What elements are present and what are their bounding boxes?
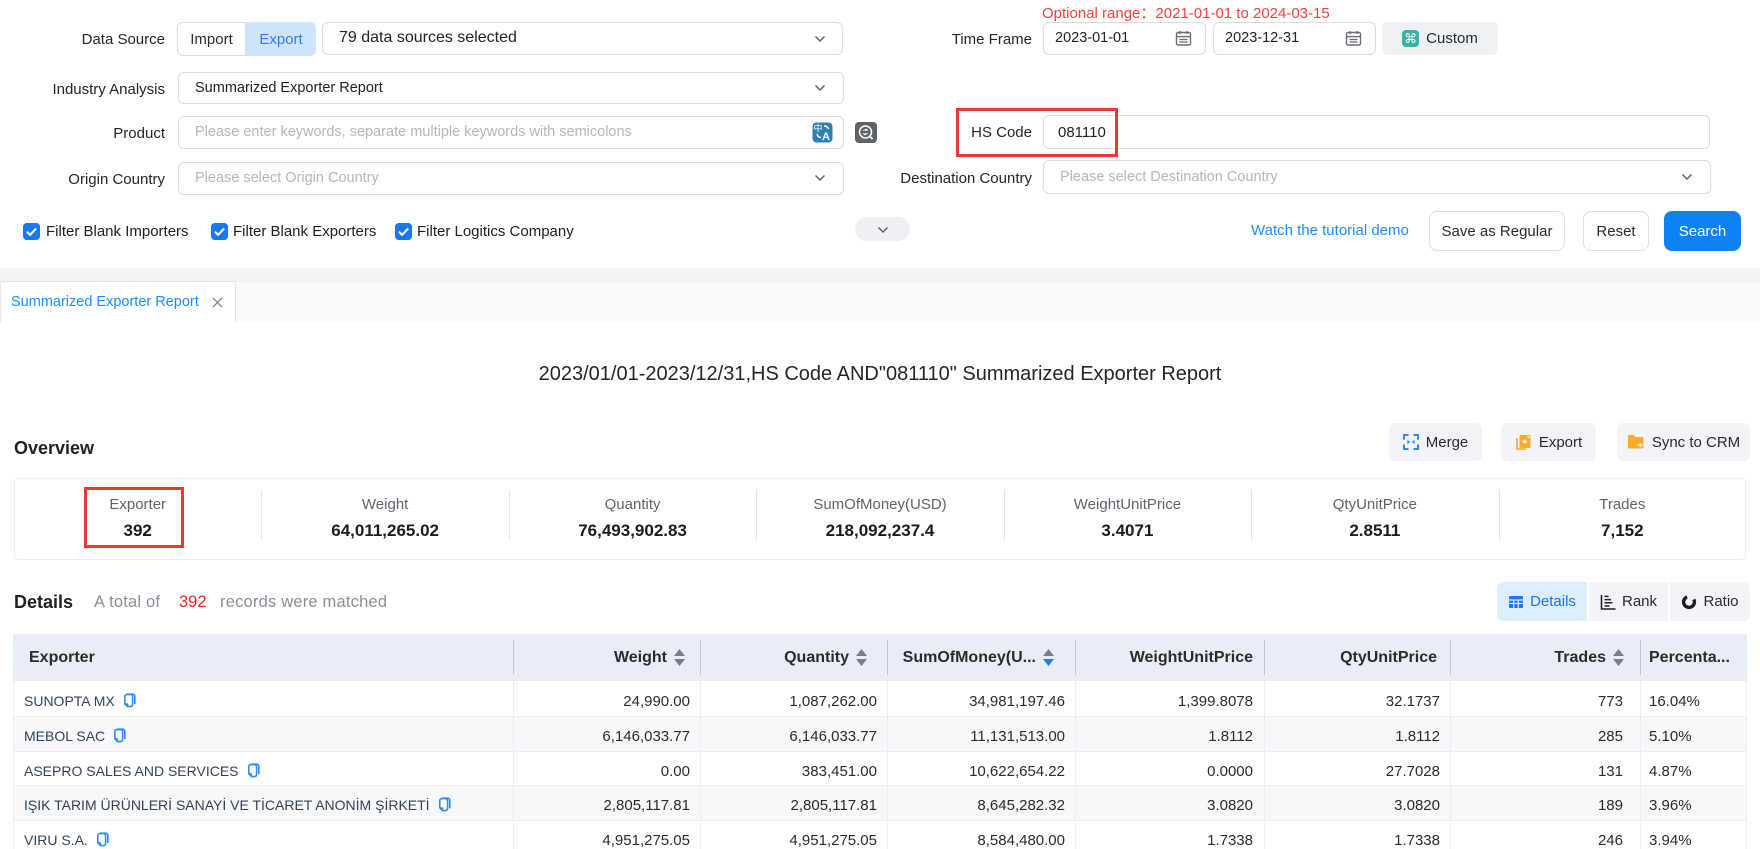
svg-text:A: A: [822, 131, 830, 143]
